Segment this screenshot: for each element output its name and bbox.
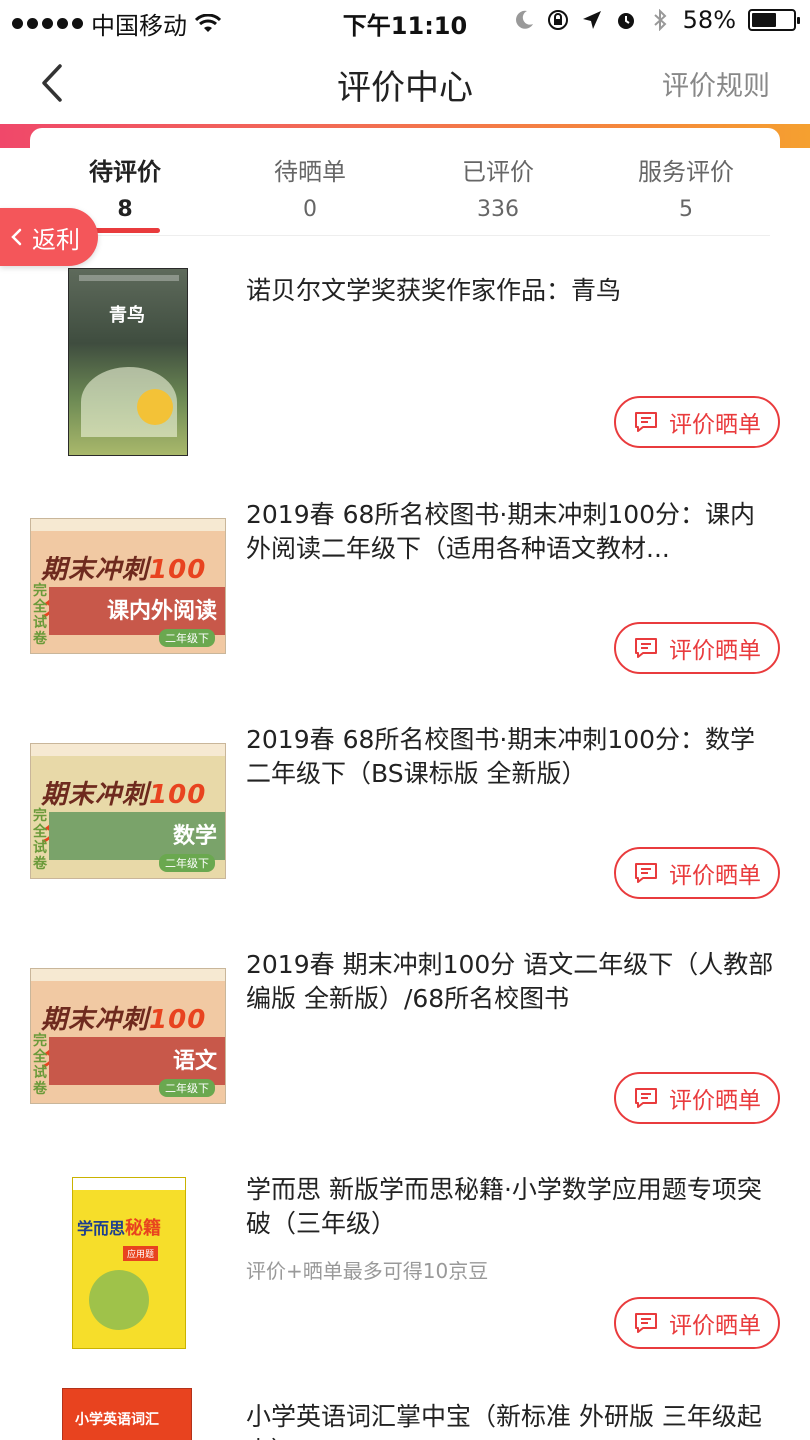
alarm-icon [617, 13, 634, 29]
rotation-lock-icon [547, 10, 568, 30]
review-button-label: 评价晒单 [669, 1313, 761, 1339]
comment-icon [635, 638, 657, 658]
review-share-button[interactable]: 评价晒单 [614, 396, 780, 448]
product-title[interactable]: 2019春 68所名校图书·期末冲刺100分：数学二年级下（BS课标版 全新版） [246, 723, 776, 791]
review-button-label: 评价晒单 [669, 412, 761, 438]
tab-reviewed[interactable]: 已评价 336 [403, 150, 593, 222]
review-button-label: 评价晒单 [669, 1088, 761, 1114]
cover-award-sticker [137, 389, 173, 425]
cover-tag: 应用题 [123, 1246, 159, 1261]
cover-grade: 二年级下 [159, 854, 215, 872]
rebate-float-button[interactable]: 返利 [0, 208, 98, 266]
product-item[interactable]: 期末冲刺100分 语文 完全试卷 二年级下 2019春 期末冲刺100分 语文二… [0, 948, 810, 1173]
tab-count: 5 [679, 197, 693, 222]
review-share-button[interactable]: 评价晒单 [614, 1072, 780, 1124]
review-share-button[interactable]: 评价晒单 [614, 847, 780, 899]
tab-pending-share[interactable]: 待晒单 0 [215, 150, 405, 222]
cover-series-text: 期末冲刺 [41, 555, 150, 585]
cover-title-accent: 秘籍 [125, 1218, 162, 1239]
tab-label: 待晒单 [274, 158, 346, 186]
cover-subject: 课内外阅读 [106, 599, 217, 624]
tab-label: 待评价 [89, 158, 161, 186]
battery-fill [752, 13, 777, 27]
comment-icon [635, 412, 657, 432]
cover-title: 青鸟 [109, 305, 145, 326]
cover-subject: 数学 [172, 824, 217, 849]
cover-grade: 二年级下 [159, 1079, 215, 1097]
product-cover-image[interactable]: 小学英语词汇 [62, 1388, 192, 1440]
comment-icon [635, 863, 657, 883]
status-bar: 中国移动 下午11:10 58% [0, 0, 810, 40]
product-item[interactable]: 学而思秘籍 应用题 学而思 新版学而思秘籍·小学数学应用题专项突破（三年级） 评… [0, 1173, 810, 1398]
status-right: 58% [513, 6, 800, 34]
cover-side-label: 完全试卷 [33, 583, 47, 647]
battery-icon [748, 9, 800, 31]
cover-series-text: 期末冲刺 [41, 1005, 150, 1035]
product-item[interactable]: 期末冲刺100分 课内外阅读 完全试卷 二年级下 2019春 68所名校图书·期… [0, 498, 810, 723]
cover-grade: 二年级下 [159, 629, 215, 647]
active-tab-indicator [90, 228, 160, 233]
product-title[interactable]: 2019春 期末冲刺100分 语文二年级下（人教部编版 全新版）/68所名校图书 [246, 948, 776, 1016]
product-cover-image[interactable]: 青鸟 [68, 268, 188, 456]
tab-label: 已评价 [462, 158, 534, 186]
location-arrow-icon [582, 11, 601, 29]
battery-percent: 58% [682, 6, 736, 34]
product-title[interactable]: 学而思 新版学而思秘籍·小学数学应用题专项突破（三年级） [246, 1173, 776, 1241]
review-share-button[interactable]: 评价晒单 [614, 1297, 780, 1349]
product-item[interactable]: 青鸟 诺贝尔文学奖获奖作家作品：青鸟 评价晒单 [0, 268, 810, 493]
cover-title: 学而思秘籍 [77, 1214, 161, 1240]
cover-side-label: 完全试卷 [33, 1033, 47, 1097]
tab-count: 0 [303, 197, 317, 222]
review-share-button[interactable]: 评价晒单 [614, 622, 780, 674]
product-title[interactable]: 小学英语词汇掌中宝（新标准 外研版 三年级起点） [246, 1400, 776, 1440]
cover-subject: 语文 [172, 1049, 217, 1074]
product-title[interactable]: 诺贝尔文学奖获奖作家作品：青鸟 [246, 274, 776, 308]
tab-label: 服务评价 [638, 158, 734, 186]
review-rules-link[interactable]: 评价规则 [662, 64, 770, 103]
review-button-label: 评价晒单 [669, 638, 761, 664]
product-cover-image[interactable]: 期末冲刺100分 语文 完全试卷 二年级下 [30, 968, 226, 1104]
comment-icon [635, 1088, 657, 1108]
bluetooth-icon [653, 9, 667, 31]
cover-side-label: 完全试卷 [33, 808, 47, 872]
rebate-label: 返利 [32, 225, 80, 254]
product-cover-image[interactable]: 学而思秘籍 应用题 [72, 1177, 186, 1349]
product-cover-image[interactable]: 期末冲刺100分 数学 完全试卷 二年级下 [30, 743, 226, 879]
nav-bar: 评价中心 评价规则 [0, 40, 810, 126]
tab-count: 336 [477, 197, 519, 222]
cover-header-strip [79, 275, 179, 281]
product-item[interactable]: 小学英语词汇 小学英语词汇掌中宝（新标准 外研版 三年级起点） [0, 1388, 810, 1440]
cover-top-strip [31, 969, 225, 981]
cover-top-strip [31, 519, 225, 531]
tab-service-review[interactable]: 服务评价 5 [591, 150, 781, 222]
product-title[interactable]: 2019春 68所名校图书·期末冲刺100分：课内外阅读二年级下（适用各种语文教… [246, 498, 776, 566]
cover-title: 小学英语词汇 [75, 1412, 159, 1428]
review-tabs: 待评价 8 待晒单 0 已评价 336 服务评价 5 [30, 150, 770, 236]
chevron-left-icon [11, 228, 22, 246]
product-cover-image[interactable]: 期末冲刺100分 课内外阅读 完全试卷 二年级下 [30, 518, 226, 654]
review-button-label: 评价晒单 [669, 863, 761, 889]
cover-title-text: 学而思 [77, 1219, 126, 1238]
cover-series-text: 期末冲刺 [41, 780, 150, 810]
cover-mascot [89, 1270, 149, 1330]
cover-top-strip [73, 1178, 185, 1190]
product-item[interactable]: 期末冲刺100分 数学 完全试卷 二年级下 2019春 68所名校图书·期末冲刺… [0, 723, 810, 948]
cover-top-strip [31, 744, 225, 756]
moon-icon [515, 10, 533, 29]
comment-icon [635, 1313, 657, 1333]
product-promo-text: 评价+晒单最多可得10京豆 [246, 1259, 489, 1283]
